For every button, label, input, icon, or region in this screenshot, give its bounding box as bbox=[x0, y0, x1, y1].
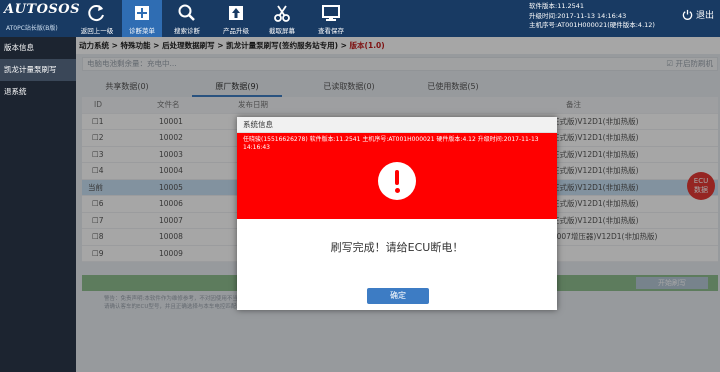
exit-button[interactable]: 退出 bbox=[682, 8, 714, 21]
dialog-message: 刷写完成！请给ECU断电！ bbox=[330, 241, 464, 254]
exclamation-icon bbox=[378, 162, 416, 200]
monitor-icon bbox=[322, 5, 340, 21]
sidebar-item-version-info[interactable]: 版本信息 bbox=[0, 37, 76, 59]
screenshot-label: 截取屏幕 bbox=[269, 27, 295, 35]
system-info: 软件版本:11.2541 升级时间:2017-11-13 14:16:43 主机… bbox=[529, 2, 655, 31]
refresh-icon bbox=[88, 5, 104, 22]
sidebar-item-exit-system[interactable]: 退系统 bbox=[0, 81, 76, 103]
dialog-alert-banner: 任晓骏(15516626278) 软件版本:11.2541 主机序号:AT001… bbox=[237, 133, 557, 219]
search-diagnose-button[interactable]: 搜索诊断 bbox=[170, 0, 204, 37]
search-icon bbox=[178, 4, 195, 21]
diagnose-menu-button[interactable]: 诊断菜单 bbox=[122, 0, 162, 37]
dialog-title: 系统信息 bbox=[237, 117, 557, 133]
system-info-dialog: 系统信息 任晓骏(15516626278) 软件版本:11.2541 主机序号:… bbox=[237, 117, 557, 310]
exit-label: 退出 bbox=[695, 11, 714, 21]
search-diagnose-label: 搜索诊断 bbox=[174, 27, 200, 35]
dialog-info-text: 任晓骏(15516626278) 软件版本:11.2541 主机序号:AT001… bbox=[243, 136, 539, 151]
logo: AUTOSOS bbox=[4, 2, 81, 17]
diagnose-menu-label: 诊断菜单 bbox=[129, 27, 155, 35]
view-saved-button[interactable]: 查看保存 bbox=[314, 0, 348, 37]
host-serial: 主机序号:AT001H000021(硬件版本:4.12) bbox=[529, 21, 655, 29]
sidebar-item-pump-flash[interactable]: 凯龙计量泵刷写 bbox=[0, 59, 76, 81]
ok-button[interactable]: 确定 bbox=[367, 288, 429, 304]
power-icon bbox=[682, 9, 693, 20]
back-button[interactable]: 返回上一级 bbox=[80, 0, 114, 37]
upgrade-time: 升级时间:2017-11-13 14:16:43 bbox=[529, 11, 627, 20]
product-upgrade-button[interactable]: 产品升级 bbox=[219, 0, 253, 37]
screenshot-button[interactable]: 截取屏幕 bbox=[265, 0, 299, 37]
upload-icon bbox=[229, 6, 243, 20]
view-saved-label: 查看保存 bbox=[318, 27, 344, 35]
scissors-icon bbox=[274, 5, 290, 22]
back-button-label: 返回上一级 bbox=[80, 27, 114, 35]
sidebar: 版本信息 凯龙计量泵刷写 退系统 bbox=[0, 37, 76, 372]
product-upgrade-label: 产品升级 bbox=[223, 27, 249, 35]
brand-subtitle: AT0PC站长版(B版) bbox=[6, 25, 58, 32]
brand: AUTOSOS AT0PC站长版(B版) bbox=[2, 2, 81, 35]
top-bar: AUTOSOS AT0PC站长版(B版) 返回上一级 诊断菜单 搜索诊断 产品升… bbox=[0, 0, 720, 37]
plus-icon bbox=[135, 6, 149, 20]
software-version: 软件版本:11.2541 bbox=[529, 2, 585, 10]
